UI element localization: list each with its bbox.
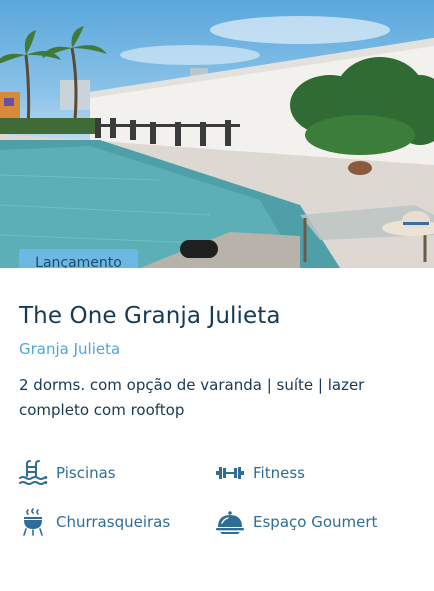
amenity-gourmet: Espaço Goumert <box>215 507 377 537</box>
dumbbell-icon <box>215 458 245 488</box>
amenity-label: Churrasqueiras <box>56 513 171 531</box>
amenity-grill: Churrasqueiras <box>18 507 170 537</box>
grill-icon <box>18 507 48 537</box>
pool-icon <box>18 458 48 488</box>
cloche-icon <box>215 507 245 537</box>
amenity-fitness: Fitness <box>215 458 305 488</box>
property-photo[interactable]: Lançamento <box>0 0 434 268</box>
property-neighborhood: Granja Julieta <box>19 340 121 358</box>
property-description: 2 dorms. com opção de varanda | suíte | … <box>19 376 365 419</box>
property-title[interactable]: The One Granja Julieta <box>19 303 281 329</box>
launch-badge: Lançamento <box>19 249 138 268</box>
pool-scene-illustration <box>0 16 434 268</box>
property-card[interactable]: Lançamento The One Granja Julieta Granja… <box>0 0 434 591</box>
amenity-label: Fitness <box>253 464 305 482</box>
amenity-pool: Piscinas <box>18 458 116 488</box>
amenity-label: Espaço Goumert <box>253 513 378 531</box>
amenity-label: Piscinas <box>56 464 116 482</box>
